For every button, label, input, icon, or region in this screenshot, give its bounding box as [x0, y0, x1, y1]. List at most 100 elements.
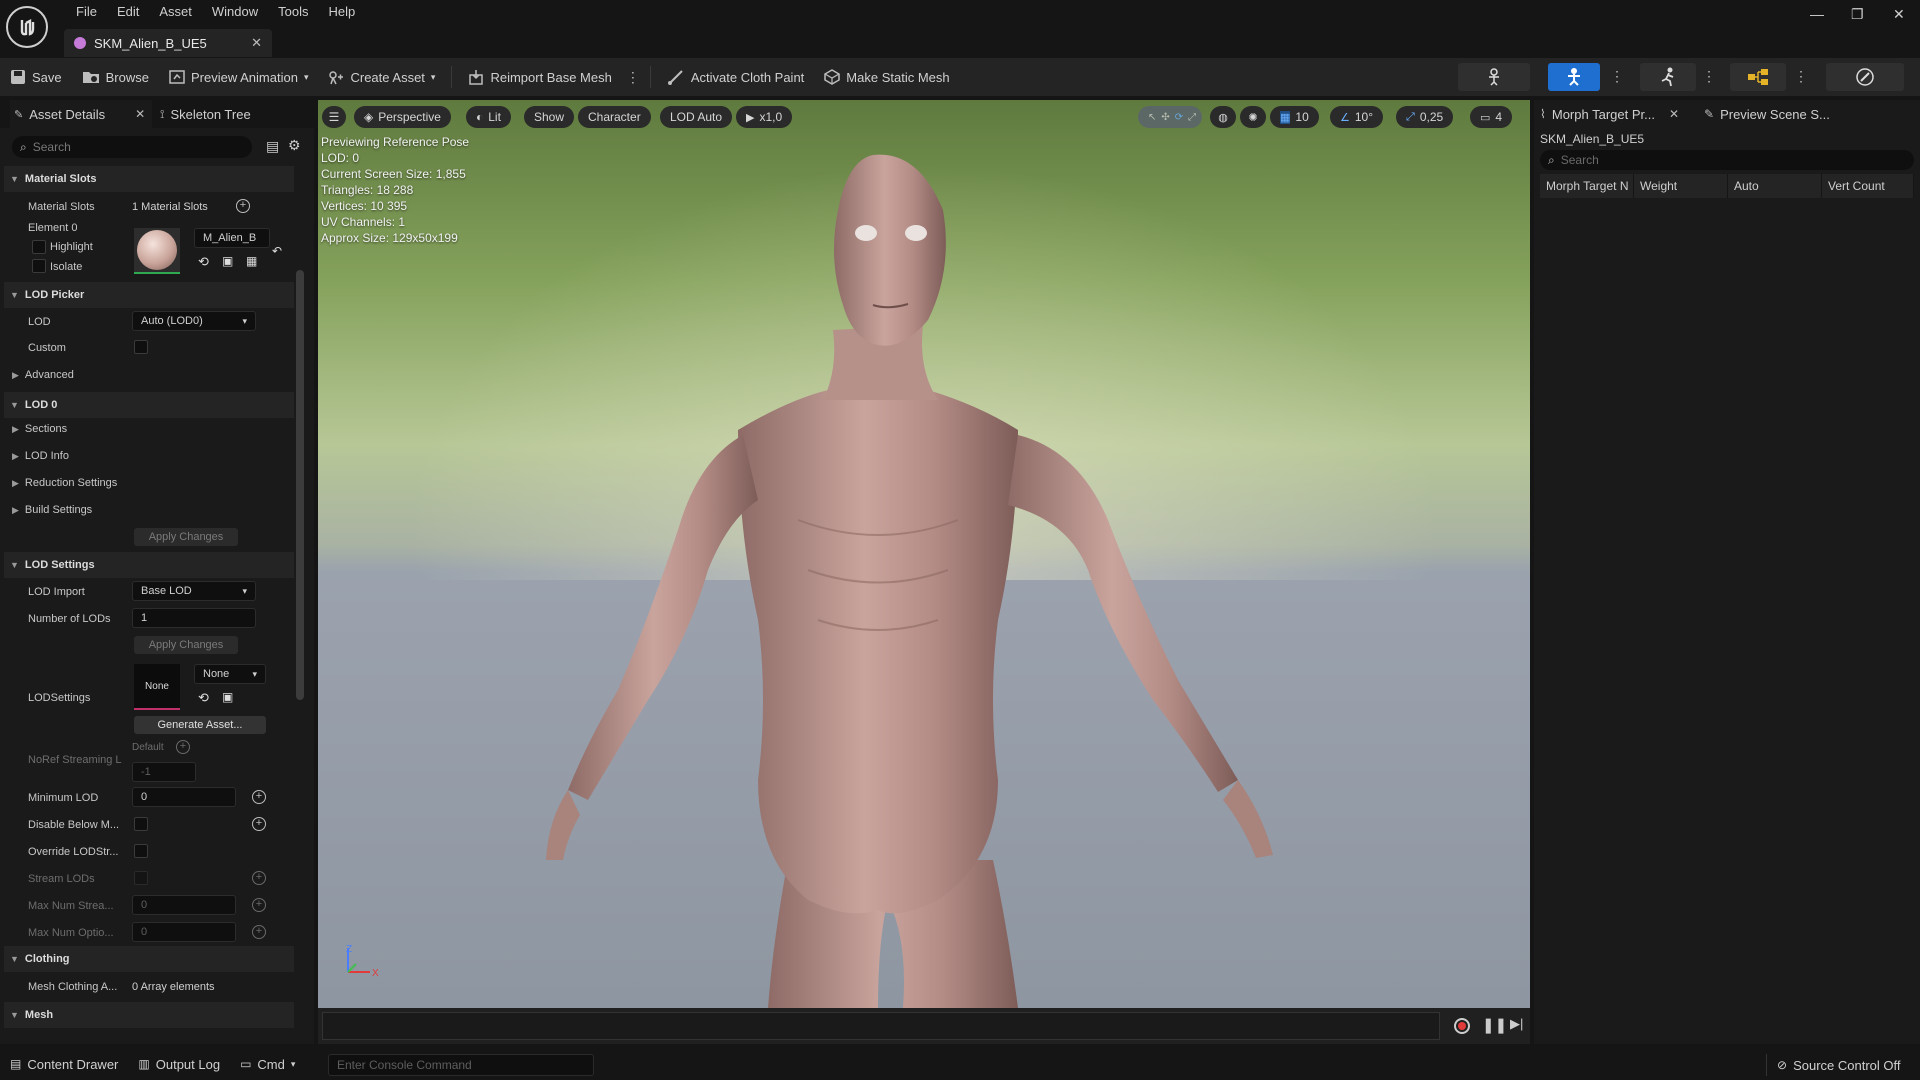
add-platform-override-icon[interactable]: + [252, 898, 266, 912]
sections-row[interactable]: ▶ Sections [12, 423, 67, 435]
material-selector[interactable]: M_Alien_B [194, 228, 270, 248]
tab-asset-details[interactable]: ✎ Asset Details ✕ [10, 100, 152, 128]
menu-file[interactable]: File [66, 3, 107, 20]
use-selected-icon[interactable]: ⟲ [198, 254, 209, 270]
save-button[interactable]: Save [0, 63, 72, 91]
timeline-scrubber[interactable] [322, 1012, 1440, 1040]
camera-speed-button[interactable]: ▭ 4 [1470, 106, 1513, 128]
document-tab[interactable]: SKM_Alien_B_UE5 ✕ [64, 29, 272, 57]
checker-icon[interactable]: ▦ [246, 254, 257, 268]
stream-lods-checkbox[interactable] [134, 871, 148, 885]
close-tab-icon[interactable]: ✕ [251, 35, 262, 51]
browse-folder-icon[interactable]: ▣ [222, 690, 233, 704]
browse-button[interactable]: Browse [72, 63, 159, 91]
record-button[interactable] [1454, 1018, 1470, 1034]
column-weight[interactable]: Weight [1634, 174, 1728, 198]
blueprint-mode-button[interactable] [1730, 63, 1786, 91]
more-options-icon[interactable]: ⋮ [1794, 68, 1808, 85]
lod-auto-button[interactable]: LOD Auto [660, 106, 733, 128]
column-morph-target-name[interactable]: Morph Target N [1540, 174, 1634, 198]
move-icon[interactable]: ✣ [1161, 112, 1169, 123]
category-material-slots[interactable]: ▼ Material Slots [4, 166, 294, 192]
scale-snap-button[interactable]: ⤢ 0,25 [1396, 106, 1454, 128]
rotation-snap-button[interactable]: ∠ 10° [1330, 106, 1384, 128]
build-settings-row[interactable]: ▶ Build Settings [12, 504, 92, 516]
category-lod-picker[interactable]: ▼ LOD Picker [4, 282, 294, 308]
lit-button[interactable]: ◐ Lit [466, 106, 511, 128]
menu-asset[interactable]: Asset [149, 3, 202, 20]
perspective-button[interactable]: ◈ Perspective [354, 106, 451, 128]
apply-changes-button[interactable]: Apply Changes [134, 528, 238, 546]
close-tab-icon[interactable]: ✕ [135, 107, 145, 121]
morph-search-input[interactable]: ⌕ Search [1540, 150, 1914, 170]
tab-skeleton-tree[interactable]: ⟟ Skeleton Tree [160, 100, 251, 128]
step-forward-icon[interactable]: ▶| [1510, 1016, 1523, 1032]
category-lod-0[interactable]: ▼ LOD 0 [4, 392, 294, 418]
isolate-checkbox[interactable] [32, 259, 46, 273]
tab-morph-target-preview[interactable]: ⌇ Morph Target Pr... ✕ [1540, 100, 1690, 128]
override-lod-streaming-checkbox[interactable] [134, 844, 148, 858]
category-lod-settings[interactable]: ▼ LOD Settings [4, 552, 294, 578]
character-button[interactable]: Character [578, 106, 651, 128]
table-view-icon[interactable]: ▤ [266, 138, 279, 155]
add-platform-override-icon[interactable]: + [252, 871, 266, 885]
lodsettings-dropdown[interactable]: None ▾ [194, 664, 266, 684]
output-log-button[interactable]: ▥ Output Log [128, 1057, 230, 1072]
console-command-input[interactable]: Enter Console Command [328, 1054, 594, 1076]
reduction-settings-row[interactable]: ▶ Reduction Settings [12, 477, 117, 489]
category-mesh[interactable]: ▼ Mesh [4, 1002, 294, 1028]
preview-viewport[interactable]: ☰ ◈ Perspective ◐ Lit Show Character LOD… [318, 100, 1530, 1008]
viewport-menu-button[interactable]: ☰ [322, 106, 346, 128]
apply-changes-button[interactable]: Apply Changes [134, 636, 238, 654]
skeleton-mode-button[interactable] [1458, 63, 1530, 91]
create-asset-button[interactable]: Create Asset ▾ [318, 63, 445, 91]
more-options-icon[interactable]: ⋮ [622, 69, 644, 86]
rotate-icon[interactable]: ⟳ [1175, 112, 1183, 123]
number-of-lods-input[interactable]: 1 [132, 608, 256, 628]
scale-icon[interactable]: ⤢ [1188, 112, 1196, 123]
activate-cloth-paint-button[interactable]: Activate Cloth Paint [657, 63, 814, 91]
mesh-mode-button[interactable] [1548, 63, 1600, 91]
generate-asset-button[interactable]: Generate Asset... [134, 716, 266, 734]
physics-mode-button[interactable] [1826, 63, 1904, 91]
lod-import-dropdown[interactable]: Base LOD ▾ [132, 581, 256, 601]
unreal-logo-icon[interactable] [6, 6, 48, 48]
alien-character-mesh[interactable] [318, 100, 1530, 1008]
reset-arrow-icon[interactable]: ↶ [272, 244, 282, 258]
show-button[interactable]: Show [524, 106, 575, 128]
disable-below-min-checkbox[interactable] [134, 817, 148, 831]
column-vert-count[interactable]: Vert Count [1822, 174, 1914, 198]
grid-snap-button[interactable]: ▦ 10 [1270, 106, 1319, 128]
surface-snap-button[interactable]: ✺ [1240, 106, 1266, 128]
minimize-icon[interactable]: — [1810, 6, 1824, 22]
tab-preview-scene-settings[interactable]: ✎ Preview Scene S... [1704, 100, 1830, 128]
advanced-row[interactable]: ▶ Advanced [12, 369, 74, 381]
add-platform-override-icon[interactable]: + [252, 817, 266, 831]
content-drawer-button[interactable]: ▤ Content Drawer [0, 1057, 128, 1072]
lod-info-row[interactable]: ▶ LOD Info [12, 450, 69, 462]
menu-help[interactable]: Help [318, 3, 365, 20]
add-material-slot-icon[interactable]: + [236, 199, 250, 213]
max-num-optional-input[interactable]: 0 [132, 922, 236, 942]
reimport-base-mesh-button[interactable]: Reimport Base Mesh [458, 63, 621, 91]
source-control-button[interactable]: ⊘ Source Control Off [1766, 1054, 1910, 1076]
category-clothing[interactable]: ▼ Clothing [4, 946, 294, 972]
minimum-lod-input[interactable]: 0 [132, 787, 236, 807]
browse-folder-icon[interactable]: ▣ [222, 254, 233, 268]
more-options-icon[interactable]: ⋮ [1610, 68, 1624, 85]
menu-window[interactable]: Window [202, 3, 268, 20]
restore-icon[interactable]: ❐ [1851, 6, 1864, 23]
select-icon[interactable]: ↖ [1148, 112, 1156, 123]
close-tab-icon[interactable]: ✕ [1669, 107, 1679, 121]
max-num-streamed-input[interactable]: 0 [132, 895, 236, 915]
details-scrollbar[interactable] [296, 270, 304, 700]
make-static-mesh-button[interactable]: Make Static Mesh [814, 63, 959, 91]
highlight-checkbox[interactable] [32, 240, 46, 254]
pause-icon[interactable]: ❚❚ [1482, 1016, 1507, 1034]
cmd-dropdown[interactable]: ▭ Cmd ▾ [230, 1057, 305, 1072]
noref-streaming-input[interactable]: -1 [132, 762, 196, 782]
material-thumbnail[interactable] [134, 228, 180, 274]
gear-icon[interactable]: ⚙ [288, 137, 301, 154]
close-window-icon[interactable]: ✕ [1893, 6, 1905, 23]
transform-tools[interactable]: ↖ ✣ ⟳ ⤢ [1138, 106, 1202, 128]
